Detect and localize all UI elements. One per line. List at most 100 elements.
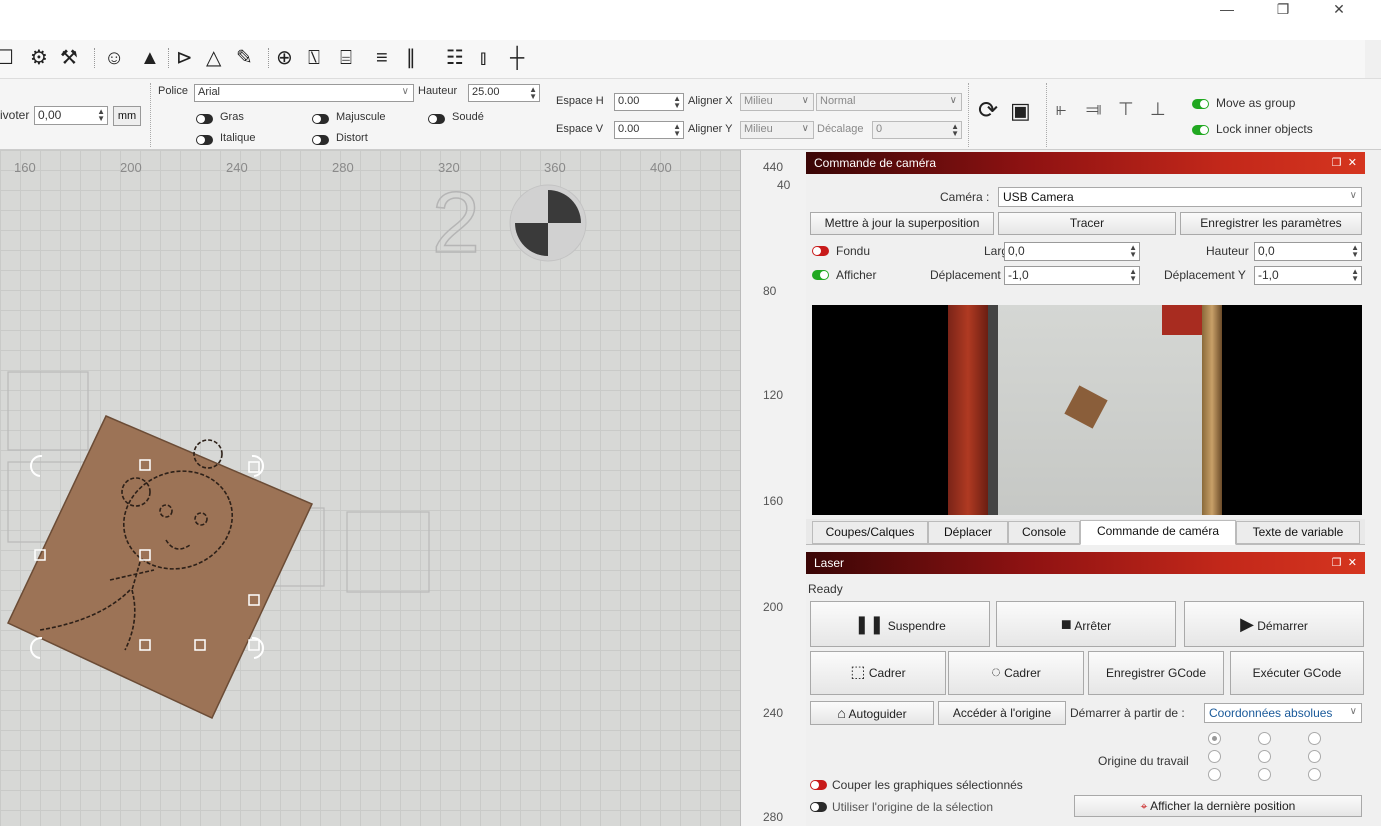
flip-h-icon[interactable]: ⊳ — [176, 46, 193, 70]
tools-icon[interactable]: ⚒ — [60, 46, 78, 70]
tab-move[interactable]: Déplacer — [928, 521, 1008, 544]
workspace-canvas[interactable]: 160 200 240 280 320 360 400 2 — [0, 150, 740, 826]
save-gcode-button[interactable]: Enregistrer GCode — [1088, 651, 1224, 695]
app-window: — ❐ ✕ ☐ ⚙ ⚒ ☺ ▲ ⊳ △ ✎ ⊕ ⍂ ⌸ ≡ ∥ ☷ ⫾ ┼ iv… — [0, 0, 1381, 826]
goto-origin-button[interactable]: Accéder à l'origine — [938, 701, 1066, 725]
width-input[interactable]: 0,0 ▲ ▼ — [1004, 242, 1140, 261]
origin-radio-tl[interactable] — [1208, 732, 1221, 745]
update-overlay-button[interactable]: Mettre à jour la superposition — [810, 212, 994, 235]
pivot-input[interactable]: 0,00 ▲ ▼ — [34, 106, 108, 125]
panel-close-icon[interactable]: ❐ ✕ — [1332, 152, 1357, 174]
tab-variable-text[interactable]: Texte de variable — [1236, 521, 1360, 544]
settings-icon[interactable]: ⚙ — [30, 46, 48, 70]
stop-button[interactable]: ■ Arrêter — [996, 601, 1176, 647]
origin-radio-tc[interactable] — [1258, 732, 1271, 745]
cut-selected-toggle[interactable] — [810, 780, 827, 790]
ruler-tick: 80 — [763, 284, 777, 298]
spin-icon[interactable]: ▲ ▼ — [673, 95, 681, 110]
alignx-select[interactable]: Milieu ∨ — [740, 93, 814, 111]
minimize-button[interactable]: — — [1212, 2, 1242, 22]
grid-icon[interactable]: ☷ — [446, 46, 464, 70]
show-last-position-button[interactable]: ⌖ Afficher la dernière position — [1074, 795, 1362, 817]
spin-icon[interactable]: ▲ ▼ — [1351, 268, 1359, 283]
pen-icon[interactable]: ✎ — [236, 46, 253, 70]
move-as-group-toggle[interactable] — [1192, 99, 1209, 109]
origin-radio-mc[interactable] — [1258, 750, 1271, 763]
users-icon[interactable]: ☺ — [104, 46, 124, 70]
offset-x-input[interactable]: -1,0 ▲ ▼ — [1004, 266, 1140, 285]
group-icon[interactable]: ≡ — [376, 46, 388, 70]
origin-radio-bc[interactable] — [1258, 768, 1271, 781]
save-settings-button[interactable]: Enregistrer les paramètres — [1180, 212, 1362, 235]
align-bottom-icon[interactable]: ⊥ — [1150, 97, 1166, 121]
home-button[interactable]: ⌂ Autoguider — [810, 701, 934, 725]
distort-toggle[interactable] — [312, 135, 329, 145]
hspace-input[interactable]: 0.00 ▲ ▼ — [614, 93, 684, 111]
spin-icon[interactable]: ▲ ▼ — [529, 86, 537, 101]
vspace-input[interactable]: 0.00 ▲ ▼ — [614, 121, 684, 139]
panel-close-icon[interactable]: ❐ ✕ — [1332, 552, 1357, 574]
uppercase-toggle[interactable] — [312, 114, 329, 124]
mirror-icon[interactable]: △ — [206, 46, 221, 70]
welded-toggle[interactable] — [428, 114, 445, 124]
origin-radio-ml[interactable] — [1208, 750, 1221, 763]
offset-x-value: -1,0 — [1008, 268, 1029, 282]
distribute-icon[interactable]: ⌸ — [340, 46, 352, 70]
origin-radio-bl[interactable] — [1208, 768, 1221, 781]
close-button[interactable]: ✕ — [1324, 2, 1354, 22]
lock-inner-toggle[interactable] — [1192, 125, 1209, 135]
pause-button[interactable]: ❚❚ Suspendre — [810, 601, 990, 647]
italic-toggle[interactable] — [196, 135, 213, 145]
origin-radio-br[interactable] — [1308, 768, 1321, 781]
align-right-icon[interactable]: ⫥ — [1086, 97, 1102, 121]
height-input[interactable]: 25.00 ▲ ▼ — [468, 84, 540, 102]
ruler-tick: 200 — [763, 600, 784, 614]
tab-camera-control[interactable]: Commande de caméra — [1080, 520, 1236, 545]
bold-toggle[interactable] — [196, 114, 213, 124]
spin-icon[interactable]: ▲ ▼ — [1129, 244, 1137, 259]
align-left-icon[interactable]: ⫦ — [1056, 97, 1066, 121]
origin-radio-mr[interactable] — [1308, 750, 1321, 763]
restore-button[interactable]: ❐ — [1268, 2, 1298, 22]
camera-select[interactable]: USB Camera ∨ — [998, 187, 1362, 207]
unit-button[interactable]: mm — [113, 106, 141, 126]
lock-inner-label: Lock inner objects — [1216, 122, 1313, 136]
camera-icon[interactable]: ▣ — [1010, 99, 1031, 123]
tab-console[interactable]: Console — [1008, 521, 1080, 544]
origin-radio-tr[interactable] — [1308, 732, 1321, 745]
spacing-icon[interactable]: ∥ — [406, 46, 416, 70]
offset-input[interactable]: 0 ▲ ▼ — [872, 121, 962, 139]
spin-icon[interactable]: ▲ ▼ — [1129, 268, 1137, 283]
spin-icon[interactable]: ▲ ▼ — [673, 123, 681, 138]
spin-icon[interactable]: ▲ ▼ — [951, 123, 959, 138]
mode-select[interactable]: Normal ∨ — [816, 93, 962, 111]
monitor-icon[interactable]: ☐ — [0, 46, 14, 70]
font-select[interactable]: Arial ∨ — [194, 84, 414, 102]
fade-toggle[interactable] — [812, 246, 829, 256]
height-input[interactable]: 0,0 ▲ ▼ — [1254, 242, 1362, 261]
frame-circle-button[interactable]: ◌ Cadrer — [948, 651, 1084, 695]
user-icon[interactable]: ▲ — [140, 46, 160, 70]
spin-icon[interactable]: ▲ ▼ — [1351, 244, 1359, 259]
align-top-icon[interactable]: ⊤ — [1118, 97, 1134, 121]
show-toggle[interactable] — [812, 270, 829, 280]
main-toolbar: ☐ ⚙ ⚒ ☺ ▲ ⊳ △ ✎ ⊕ ⍂ ⌸ ≡ ∥ ☷ ⫾ ┼ — [0, 40, 1365, 78]
spin-icon[interactable]: ▲ ▼ — [97, 108, 105, 123]
trace-button[interactable]: Tracer — [998, 212, 1176, 235]
aligny-select[interactable]: Milieu ∨ — [740, 121, 814, 139]
tab-layers[interactable]: Coupes/Calques — [812, 521, 928, 544]
outline-digit: 2 — [432, 175, 480, 271]
outline-square — [7, 371, 89, 451]
align-icon[interactable]: ⍂ — [308, 46, 320, 70]
start-button[interactable]: ▶ Démarrer — [1184, 601, 1364, 647]
crosshair-icon[interactable]: ┼ — [510, 46, 524, 70]
target-icon[interactable]: ⊕ — [276, 46, 293, 70]
run-gcode-button[interactable]: Exécuter GCode — [1230, 651, 1364, 695]
frame-rect-button[interactable]: ⬚ Cadrer — [810, 651, 946, 695]
frame-rect-label: Cadrer — [868, 666, 906, 680]
use-selection-origin-toggle[interactable] — [810, 802, 827, 812]
spacing-v-icon[interactable]: ⫾ — [480, 46, 486, 70]
offset-y-input[interactable]: -1,0 ▲ ▼ — [1254, 266, 1362, 285]
start-from-select[interactable]: Coordonnées absolues ∨ — [1204, 703, 1362, 723]
rotate-icon[interactable]: ⟳ — [978, 99, 998, 123]
